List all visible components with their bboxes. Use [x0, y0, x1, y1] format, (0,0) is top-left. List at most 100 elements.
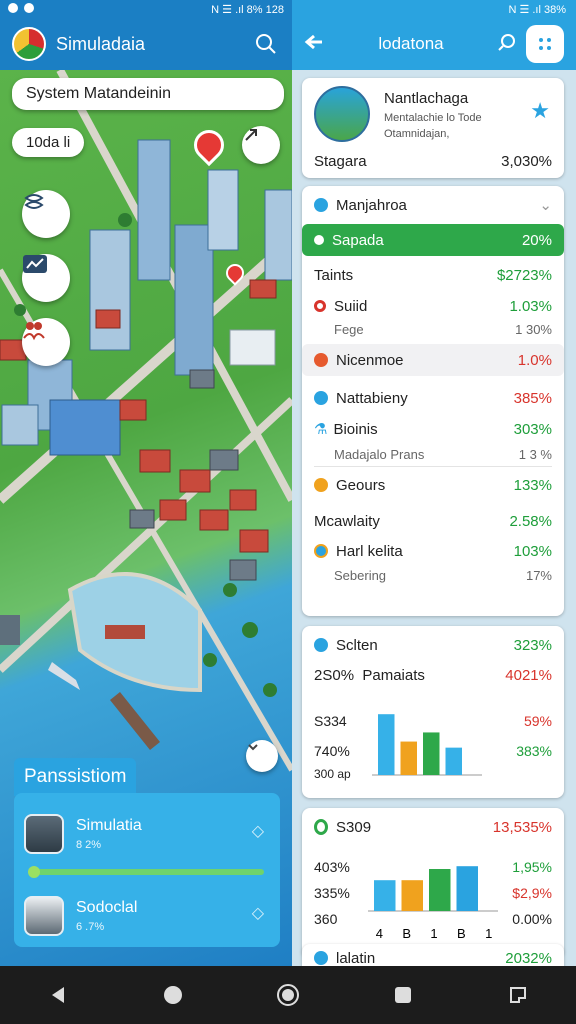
item-icon [314, 478, 328, 492]
item-icon [314, 544, 328, 558]
map-search-input[interactable]: System Matandeinin [12, 78, 284, 110]
panel-item[interactable]: Simulatia 8 2% ◇ [24, 803, 270, 865]
profile-card[interactable]: Nantlachaga Mentalachie lo Tode Otamnida… [302, 78, 564, 178]
chart1-plot [372, 714, 482, 776]
bar [456, 866, 478, 911]
details-sidebar: Nantlachaga Mentalachie lo Tode Otamnida… [292, 70, 576, 972]
list-item-value: 1.0% [517, 351, 552, 369]
panel-item-sub: 6 .7% [76, 921, 105, 933]
profile-line2: Otamnidajan, [384, 128, 450, 140]
list-item[interactable]: Nicenmoe 1.0% [302, 344, 564, 376]
status-text-left: N ☰ .ıl 8% 128 [211, 3, 284, 16]
list-header[interactable]: Manjahroa ⌄ [302, 186, 564, 224]
chart2-xlabel: 1 [485, 926, 493, 941]
list-item-label: Taints [314, 266, 354, 284]
list-item-subrow: Madajalo Prans 1 3 % [302, 442, 564, 466]
chart1-left-top: 2S0% [314, 666, 355, 684]
chart2-right-label: $2,9% [512, 885, 552, 901]
list-item-value: 133% [513, 476, 552, 494]
list-item-value: 20% [521, 231, 552, 249]
bar [400, 741, 417, 775]
item-icon [314, 235, 324, 245]
list-item-label: Sapada [332, 231, 384, 249]
chart1-header: Sclten 323% [302, 626, 564, 664]
status-text-right: N ☰ .ıl 38% [508, 3, 566, 16]
right-title: lodatona [378, 34, 444, 53]
list-item[interactable]: Geours 133% [302, 467, 564, 503]
back-icon[interactable] [38, 975, 78, 1015]
list-item-label: Mcawlaity [314, 512, 380, 530]
favorite-star-icon[interactable]: ★ [530, 98, 550, 124]
list-item-value: 103% [513, 542, 552, 560]
city-map[interactable]: System Matandeinin 10da li Panssistiom S… [0, 70, 292, 966]
list-item-label: Harl kelita [336, 542, 403, 560]
area-chip[interactable]: 10da li [12, 128, 85, 157]
back-arrow-icon[interactable] [304, 34, 324, 55]
grid-menu-icon[interactable] [526, 25, 564, 63]
navigate-arrow-icon[interactable] [242, 126, 280, 164]
chart2-xaxis: 4 B 1 B 1 [366, 926, 502, 941]
chevron-down-icon[interactable]: ⌄ [539, 196, 552, 214]
app-title: Simuladaia [56, 33, 146, 54]
panel-item-sub: 8 2% [76, 839, 102, 851]
chart2-yaxis: 403% 335% 360 [314, 854, 350, 932]
map-search-text: System Matandeinin [26, 85, 171, 102]
city-avatar [314, 86, 370, 142]
expand-icon[interactable]: ◇ [252, 903, 264, 923]
bar [401, 880, 423, 911]
chart2-xlabel: 1 [430, 926, 438, 941]
bottom-label: lalatin [336, 949, 376, 967]
chart2-title: S309 [336, 818, 372, 836]
slider-knob[interactable] [28, 866, 40, 878]
simulation-panel: Simulatia 8 2% ◇ Sodoclal 6 .7% ◇ [14, 793, 280, 947]
chart2-right-label: 0.00% [512, 911, 552, 927]
list-item[interactable]: Sapada 20% [302, 224, 564, 256]
chart2-title-value: 13,535% [492, 818, 552, 836]
expand-icon[interactable]: ◇ [252, 821, 264, 841]
chart1-right-top: 4021% [505, 666, 552, 684]
assistant-icon[interactable] [268, 975, 308, 1015]
layers-icon[interactable] [22, 190, 70, 238]
home-icon[interactable] [153, 975, 193, 1015]
list-item-subrow: Sebering 17% [302, 563, 564, 587]
screenshot-icon[interactable] [498, 975, 538, 1015]
list-item[interactable]: Nattabieny 385% [302, 380, 564, 416]
info-dot-icon [314, 951, 328, 965]
chart2-plot [368, 866, 498, 912]
list-item[interactable]: Taints $2723% [302, 256, 564, 294]
profile-line1: Mentalachie lo Tode [384, 112, 482, 124]
system-nav-bar [0, 966, 576, 1024]
building-thumbnail-icon [24, 814, 64, 854]
list-item[interactable]: Mcawlaity 2.58% [302, 503, 564, 539]
panel-progress-slider[interactable] [28, 866, 264, 878]
bar [378, 714, 395, 775]
list-item[interactable]: Suiid 1.03% [302, 294, 564, 318]
chart1-title-value: 323% [513, 636, 552, 654]
panel-item-name: Simulatia [76, 817, 142, 834]
chart2-xlabel: B [457, 926, 466, 941]
chart2-xlabel: B [402, 926, 411, 941]
panel-item-name: Sodoclal [76, 899, 138, 916]
chart1-right-axis: 59% 383% [516, 706, 552, 766]
list-item-value: $2723% [496, 266, 552, 284]
chart1-yaxis: S334 740% 300 ap [314, 706, 351, 782]
chart1-title: Sclten [336, 636, 378, 654]
list-item[interactable]: Harl kelita 103% [302, 539, 564, 563]
search-icon[interactable] [252, 30, 280, 58]
panel-item[interactable]: Sodoclal 6 .7% ◇ [24, 885, 270, 947]
info-dot-icon [314, 198, 328, 212]
recents-icon[interactable] [383, 975, 423, 1015]
list-item-subrow: Fege 1 30% [302, 318, 564, 340]
profile-stat-label: Stagara [314, 152, 367, 170]
list-item-label: Geours [336, 476, 386, 494]
leaf-icon [314, 819, 328, 835]
chart-icon[interactable] [22, 254, 70, 302]
app-logo [12, 27, 46, 61]
status-icons-left [8, 2, 40, 16]
search-icon-right[interactable] [498, 33, 516, 56]
profile-name: Nantlachaga [384, 90, 469, 107]
collapse-chevron-icon[interactable] [246, 740, 278, 772]
panel-title: Panssistiom [14, 758, 137, 796]
people-icon[interactable] [22, 318, 70, 366]
list-item[interactable]: ⚗ Bioinis 303% [302, 416, 564, 442]
